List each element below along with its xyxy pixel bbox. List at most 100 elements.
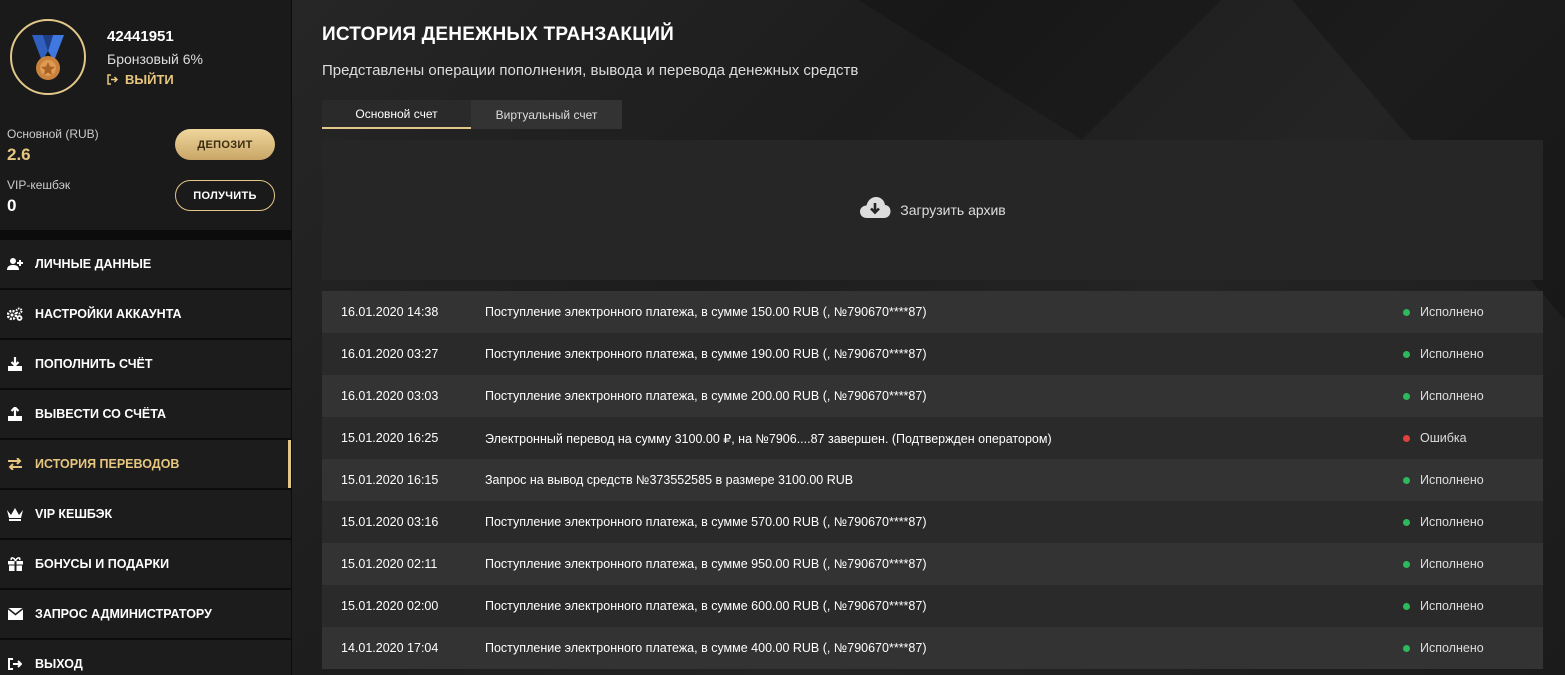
sidebar-item-bonuses[interactable]: БОНУСЫ И ПОДАРКИ bbox=[0, 540, 291, 588]
tx-description: Запрос на вывод средств №373552585 в раз… bbox=[485, 473, 854, 487]
table-row: 15.01.2020 16:15 Запрос на вывод средств… bbox=[322, 459, 1543, 501]
tx-date: 15.01.2020 16:15 bbox=[341, 473, 439, 487]
status-dot bbox=[1403, 518, 1410, 526]
upload-icon bbox=[7, 406, 23, 422]
tx-description: Электронный перевод на сумму 3100.00 ₽, … bbox=[485, 431, 1052, 446]
status-dot bbox=[1403, 560, 1410, 568]
tx-date: 16.01.2020 14:38 bbox=[341, 305, 439, 319]
deposit-button[interactable]: ДЕПОЗИТ bbox=[175, 129, 275, 160]
sidebar-item-label: БОНУСЫ И ПОДАРКИ bbox=[35, 557, 170, 571]
status-badge: Исполнено bbox=[1400, 473, 1484, 487]
sidebar-item-label: ИСТОРИЯ ПЕРЕВОДОВ bbox=[35, 457, 180, 471]
table-row: 14.01.2020 17:04 Поступление электронног… bbox=[322, 627, 1543, 669]
status-text: Исполнено bbox=[1420, 473, 1484, 487]
tx-description: Поступление электронного платежа, в сумм… bbox=[485, 557, 927, 571]
tx-description: Поступление электронного платежа, в сумм… bbox=[485, 305, 927, 319]
status-dot bbox=[1403, 476, 1410, 484]
sidebar-item-exit[interactable]: ВЫХОД bbox=[0, 640, 291, 675]
table-row: 15.01.2020 02:11 Поступление электронног… bbox=[322, 543, 1543, 585]
main-balance-label: Основной (RUB) bbox=[7, 127, 99, 141]
sidebar-item-withdraw[interactable]: ВЫВЕСТИ СО СЧЁТА bbox=[0, 390, 291, 438]
bronze-medal-avatar bbox=[10, 19, 86, 95]
tx-description: Поступление электронного платежа, в сумм… bbox=[485, 515, 927, 529]
transactions-list: 16.01.2020 14:38 Поступление электронног… bbox=[322, 291, 1543, 669]
status-badge: Исполнено bbox=[1400, 389, 1484, 403]
page-title: ИСТОРИЯ ДЕНЕЖНЫХ ТРАНЗАКЦИЙ bbox=[322, 24, 674, 45]
user-level: Бронзовый 6% bbox=[107, 51, 203, 67]
tx-date: 15.01.2020 02:00 bbox=[341, 599, 439, 613]
status-dot bbox=[1403, 602, 1410, 610]
status-text: Исполнено bbox=[1420, 347, 1484, 361]
sidebar-item-vip-cashback[interactable]: VIP КЕШБЭК bbox=[0, 490, 291, 538]
tx-description: Поступление электронного платежа, в сумм… bbox=[485, 599, 927, 613]
tx-date: 15.01.2020 02:11 bbox=[341, 557, 438, 571]
vip-cashback-label: VIP-кешбэк bbox=[7, 178, 71, 192]
account-tabs: Основной счет Виртуальный счет bbox=[322, 100, 622, 129]
table-row: 16.01.2020 03:03 Поступление электронног… bbox=[322, 375, 1543, 417]
status-badge: Исполнено bbox=[1400, 599, 1484, 613]
download-archive-button[interactable]: Загрузить архив bbox=[322, 140, 1543, 280]
vip-cashback-value: 0 bbox=[7, 196, 17, 215]
status-dot bbox=[1403, 434, 1410, 442]
profile-panel: 42441951 Бронзовый 6% ВЫЙТИ Основной (RU… bbox=[0, 0, 291, 230]
tx-date: 15.01.2020 03:16 bbox=[341, 515, 439, 529]
sidebar-item-personal-data[interactable]: ЛИЧНЫЕ ДАННЫЕ bbox=[0, 240, 291, 288]
receive-button[interactable]: ПОЛУЧИТЬ bbox=[175, 180, 275, 211]
status-text: Исполнено bbox=[1420, 389, 1484, 403]
sidebar-item-transfer-history[interactable]: ИСТОРИЯ ПЕРЕВОДОВ bbox=[0, 440, 291, 488]
tx-date: 16.01.2020 03:27 bbox=[341, 347, 439, 361]
status-badge: Исполнено bbox=[1400, 557, 1484, 571]
status-badge: Исполнено bbox=[1400, 347, 1484, 361]
sign-out-icon bbox=[107, 74, 119, 85]
sidebar-item-label: ЛИЧНЫЕ ДАННЫЕ bbox=[35, 257, 152, 271]
status-text: Исполнено bbox=[1420, 641, 1484, 655]
table-row: 15.01.2020 16:25 Электронный перевод на … bbox=[322, 417, 1543, 459]
sidebar-item-deposit[interactable]: ПОПОЛНИТЬ СЧЁТ bbox=[0, 340, 291, 388]
status-badge: Исполнено bbox=[1400, 515, 1484, 529]
sidebar-item-label: ПОПОЛНИТЬ СЧЁТ bbox=[35, 357, 153, 371]
tx-description: Поступление электронного платежа, в сумм… bbox=[485, 347, 927, 361]
table-row: 16.01.2020 03:27 Поступление электронног… bbox=[322, 333, 1543, 375]
crown-icon bbox=[7, 506, 23, 522]
sidebar-item-label: ВЫВЕСТИ СО СЧЁТА bbox=[35, 407, 167, 421]
table-row: 15.01.2020 03:16 Поступление электронног… bbox=[322, 501, 1543, 543]
status-text: Исполнено bbox=[1420, 515, 1484, 529]
cloud-download-icon bbox=[859, 196, 891, 225]
sidebar: 42441951 Бронзовый 6% ВЫЙТИ Основной (RU… bbox=[0, 0, 292, 675]
gift-icon bbox=[7, 556, 23, 572]
status-dot bbox=[1403, 350, 1410, 358]
logout-link[interactable]: ВЫЙТИ bbox=[107, 72, 174, 87]
status-text: Исполнено bbox=[1420, 557, 1484, 571]
tx-description: Поступление электронного платежа, в сумм… bbox=[485, 641, 927, 655]
tab-virtual-account[interactable]: Виртуальный счет bbox=[471, 100, 622, 129]
table-row: 16.01.2020 14:38 Поступление электронног… bbox=[322, 291, 1543, 333]
sidebar-item-admin-request[interactable]: ЗАПРОС АДМИНИСТРАТОРУ bbox=[0, 590, 291, 638]
user-id: 42441951 bbox=[107, 28, 174, 45]
main-content: ИСТОРИЯ ДЕНЕЖНЫХ ТРАНЗАКЦИЙ Представлены… bbox=[292, 0, 1565, 675]
sidebar-item-label: ЗАПРОС АДМИНИСТРАТОРУ bbox=[35, 607, 212, 621]
status-text: Ошибка bbox=[1420, 431, 1467, 445]
tx-date: 15.01.2020 16:25 bbox=[341, 431, 439, 445]
main-balance-value: 2.6 bbox=[7, 145, 31, 164]
envelope-icon bbox=[7, 606, 23, 622]
status-dot bbox=[1403, 644, 1410, 652]
sign-out-icon bbox=[7, 656, 23, 672]
tx-date: 14.01.2020 17:04 bbox=[341, 641, 439, 655]
page-subtitle: Представлены операции пополнения, вывода… bbox=[322, 62, 859, 79]
sidebar-item-account-settings[interactable]: НАСТРОЙКИ АККАУНТА bbox=[0, 290, 291, 338]
sidebar-item-label: НАСТРОЙКИ АККАУНТА bbox=[35, 307, 182, 321]
status-text: Исполнено bbox=[1420, 305, 1484, 319]
status-dot bbox=[1403, 308, 1410, 316]
table-row: 15.01.2020 02:00 Поступление электронног… bbox=[322, 585, 1543, 627]
gears-icon bbox=[7, 306, 23, 322]
tx-date: 16.01.2020 03:03 bbox=[341, 389, 439, 403]
download-icon bbox=[7, 356, 23, 372]
download-archive-label: Загрузить архив bbox=[900, 202, 1006, 218]
sidebar-menu: ЛИЧНЫЕ ДАННЫЕ НАСТРОЙКИ АККАУНТА ПОПОЛНИ… bbox=[0, 240, 291, 675]
status-text: Исполнено bbox=[1420, 599, 1484, 613]
tx-description: Поступление электронного платежа, в сумм… bbox=[485, 389, 927, 403]
tab-main-account[interactable]: Основной счет bbox=[322, 100, 471, 129]
status-dot bbox=[1403, 392, 1410, 400]
sidebar-item-label: VIP КЕШБЭК bbox=[35, 507, 113, 521]
logout-label: ВЫЙТИ bbox=[125, 72, 174, 87]
